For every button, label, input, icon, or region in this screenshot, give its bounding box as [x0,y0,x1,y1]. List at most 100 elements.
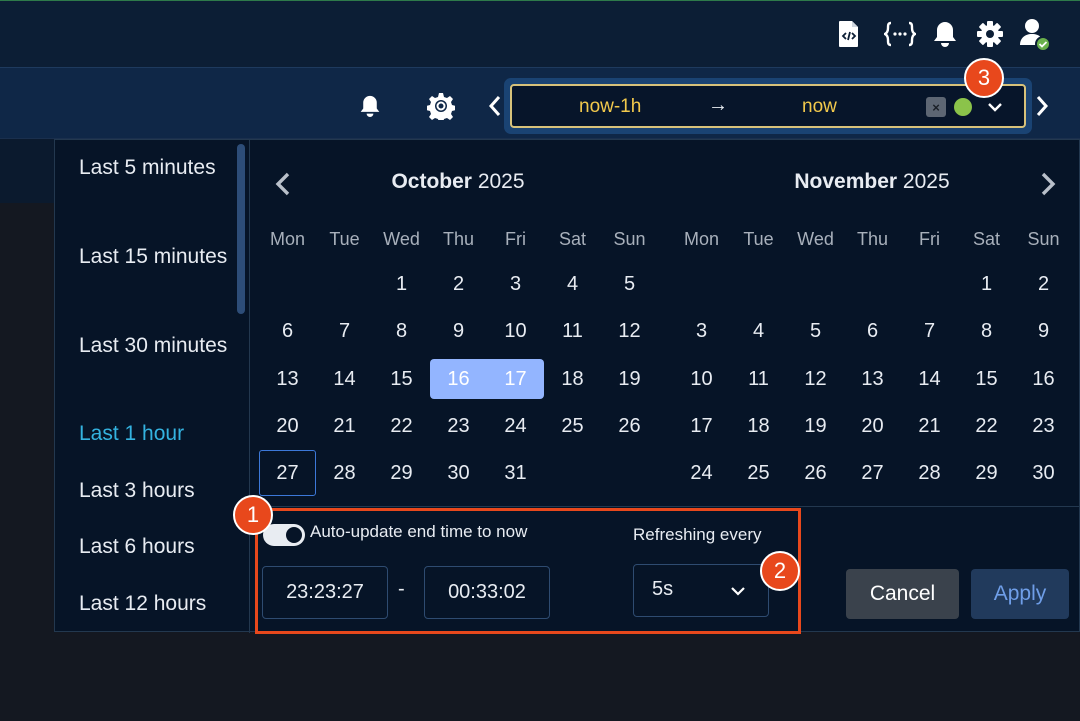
calendar-day[interactable]: 31 [487,453,544,493]
calendar-day[interactable]: 15 [373,359,430,399]
bell-icon[interactable] [354,90,386,122]
calendar-day[interactable]: 30 [1015,453,1072,493]
auto-update-label: Auto-update end time to now [310,522,528,541]
weekday-header: Thu [442,229,475,249]
time-range-picker[interactable]: now-1h → now × [510,84,1026,128]
next-range-icon[interactable] [1035,94,1049,118]
calendar-day[interactable]: 8 [373,311,430,351]
calendar-day[interactable]: 21 [316,406,373,446]
calendar-day[interactable]: 7 [901,311,958,351]
settings-cog-icon[interactable] [425,90,457,122]
calendar-day[interactable]: 6 [259,311,316,351]
user-avatar-icon[interactable] [1018,17,1050,51]
calendar-day[interactable]: 2 [1015,264,1072,304]
calendar-day[interactable]: 10 [487,311,544,351]
preset-last-1-hour[interactable]: Last 1 hour [79,418,239,450]
calendar-day[interactable]: 16 [430,359,487,399]
preset-list: Last 5 minutes Last 15 minutes Last 30 m… [55,140,250,633]
calendar-day[interactable]: 2 [430,264,487,304]
calendar-day[interactable]: 17 [673,406,730,446]
calendar-day[interactable]: 21 [901,406,958,446]
calendar-day[interactable]: 15 [958,359,1015,399]
calendar-day[interactable]: 18 [730,406,787,446]
calendar-day[interactable]: 23 [430,406,487,446]
json-braces-icon[interactable] [884,17,916,51]
calendar-day[interactable]: 20 [259,406,316,446]
calendar-day[interactable]: 9 [430,311,487,351]
calendar-day[interactable]: 5 [787,311,844,351]
end-time-input[interactable]: 00:33:02 [424,566,550,619]
calendar-day[interactable]: 8 [958,311,1015,351]
calendar-day[interactable]: 11 [730,359,787,399]
chevron-down-icon[interactable] [984,96,1006,118]
calendar-day[interactable]: 6 [844,311,901,351]
code-file-icon[interactable] [833,17,865,51]
calendar-day[interactable]: 29 [373,453,430,493]
next-month-icon[interactable] [1038,172,1058,196]
previous-range-icon[interactable] [488,94,502,118]
calendar-day[interactable]: 28 [901,453,958,493]
footer-divider [250,506,1080,507]
calendar-day[interactable]: 3 [673,311,730,351]
refresh-interval-select[interactable]: 5s [633,564,769,617]
calendar-day[interactable]: 25 [730,453,787,493]
calendar-day[interactable]: 12 [601,311,658,351]
toggle-knob [286,527,302,543]
auto-update-toggle[interactable] [263,524,305,546]
preset-last-12-hours[interactable]: Last 12 hours [79,588,239,620]
calendar-day[interactable]: 13 [259,359,316,399]
month-year: 2025 [477,170,525,193]
preset-last-30-minutes[interactable]: Last 30 minutes [79,330,239,362]
month-title-october: October 2025 [348,170,568,194]
calendar-day[interactable]: 1 [373,264,430,304]
calendar-day[interactable]: 26 [601,406,658,446]
calendar-day[interactable]: 7 [316,311,373,351]
calendar-day[interactable]: 27 [844,453,901,493]
preset-last-5-minutes[interactable]: Last 5 minutes [79,152,239,184]
start-time-input[interactable]: 23:23:27 [262,566,388,619]
weekday-header: Tue [329,229,360,249]
apply-button[interactable]: Apply [971,569,1069,619]
calendar-day[interactable]: 14 [316,359,373,399]
calendar-day[interactable]: 14 [901,359,958,399]
calendar-day[interactable]: 5 [601,264,658,304]
clear-icon[interactable]: × [926,97,946,117]
cancel-button[interactable]: Cancel [846,569,959,619]
preset-last-15-minutes[interactable]: Last 15 minutes [79,241,239,273]
calendar-day[interactable]: 17 [487,359,544,399]
calendar-day[interactable]: 12 [787,359,844,399]
calendar-day[interactable]: 11 [544,311,601,351]
gear-icon[interactable] [974,17,1006,51]
calendar-day[interactable]: 24 [487,406,544,446]
previous-month-icon[interactable] [273,172,293,196]
calendar-day[interactable]: 1 [958,264,1015,304]
annotation-badge-1: 1 [233,495,273,535]
calendar-day[interactable]: 19 [601,359,658,399]
calendar-day[interactable]: 23 [1015,406,1072,446]
annotation-badge-3: 3 [964,58,1004,98]
calendar-day[interactable]: 22 [958,406,1015,446]
calendar-day[interactable]: 19 [787,406,844,446]
calendar-day[interactable]: 28 [316,453,373,493]
calendar-day[interactable]: 26 [787,453,844,493]
calendar-day[interactable]: 27 [259,450,316,496]
bell-icon[interactable] [929,17,961,51]
preset-last-3-hours[interactable]: Last 3 hours [79,475,239,507]
calendar-day[interactable]: 13 [844,359,901,399]
calendar-day[interactable]: 20 [844,406,901,446]
calendar-day[interactable]: 30 [430,453,487,493]
calendar-day[interactable]: 9 [1015,311,1072,351]
refresh-label: Refreshing every [633,525,762,544]
calendar-day[interactable]: 29 [958,453,1015,493]
month-year: 2025 [902,170,950,193]
calendar-day[interactable]: 4 [544,264,601,304]
calendar-day[interactable]: 3 [487,264,544,304]
calendar-day[interactable]: 24 [673,453,730,493]
calendar-day[interactable]: 16 [1015,359,1072,399]
calendar-day[interactable]: 18 [544,359,601,399]
calendar-day[interactable]: 4 [730,311,787,351]
preset-last-6-hours[interactable]: Last 6 hours [79,531,239,563]
calendar-day[interactable]: 22 [373,406,430,446]
calendar-day[interactable]: 25 [544,406,601,446]
calendar-day[interactable]: 10 [673,359,730,399]
